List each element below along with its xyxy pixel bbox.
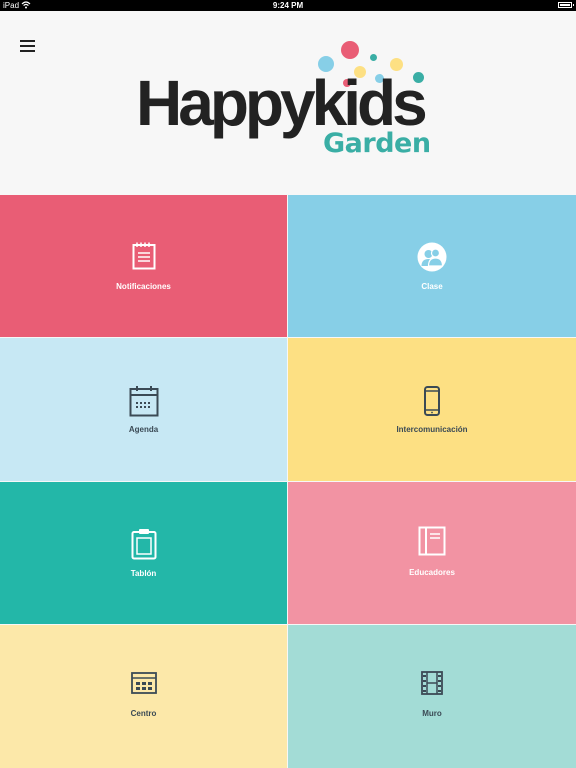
menu-button[interactable] [20, 40, 35, 52]
tile-muro[interactable]: Muro [288, 625, 576, 768]
users-icon [417, 242, 447, 272]
tile-label: Educadores [409, 568, 455, 577]
logo-bubble [370, 54, 377, 61]
tile-centro[interactable]: Centro [0, 625, 287, 768]
status-bar: iPad 9:24 PM [0, 0, 576, 11]
tile-label: Clase [421, 282, 443, 291]
tile-label: Muro [422, 709, 442, 718]
tile-clase[interactable]: Clase [288, 195, 576, 337]
logo-text-sub: Garden [323, 128, 431, 159]
clock: 9:24 PM [272, 1, 304, 10]
tile-label: Agenda [128, 425, 159, 434]
tile-label: Tablón [130, 569, 157, 578]
tile-agenda[interactable]: Agenda [0, 338, 287, 481]
tile-label: Intercomunicación [396, 425, 468, 434]
hamburger-line [20, 50, 35, 52]
phone-icon [424, 386, 440, 416]
dashboard-grid: Notificaciones Clase Agenda Intercomunic… [0, 195, 576, 768]
hamburger-icon [20, 40, 35, 42]
tile-notificaciones[interactable]: Notificaciones [0, 195, 287, 337]
app-logo: Happykids Garden [136, 41, 446, 166]
film-icon [421, 671, 443, 695]
book-icon [418, 526, 446, 556]
tile-educadores[interactable]: Educadores [288, 482, 576, 624]
logo-text-main: Happykids [136, 67, 428, 139]
battery-icon [558, 2, 574, 8]
tile-intercomunicacion[interactable]: Intercomunicación [288, 338, 576, 481]
tile-label: Notificaciones [116, 282, 171, 291]
app-header: Happykids Garden [0, 11, 576, 195]
clipboard-icon [131, 529, 156, 560]
logo-bubble [341, 41, 359, 59]
hamburger-line [20, 45, 35, 47]
calendar-icon [129, 386, 158, 417]
building-icon [130, 672, 157, 694]
tile-tablon[interactable]: Tablón [0, 482, 287, 624]
notepad-icon [132, 242, 155, 270]
tile-label: Centro [130, 709, 157, 718]
